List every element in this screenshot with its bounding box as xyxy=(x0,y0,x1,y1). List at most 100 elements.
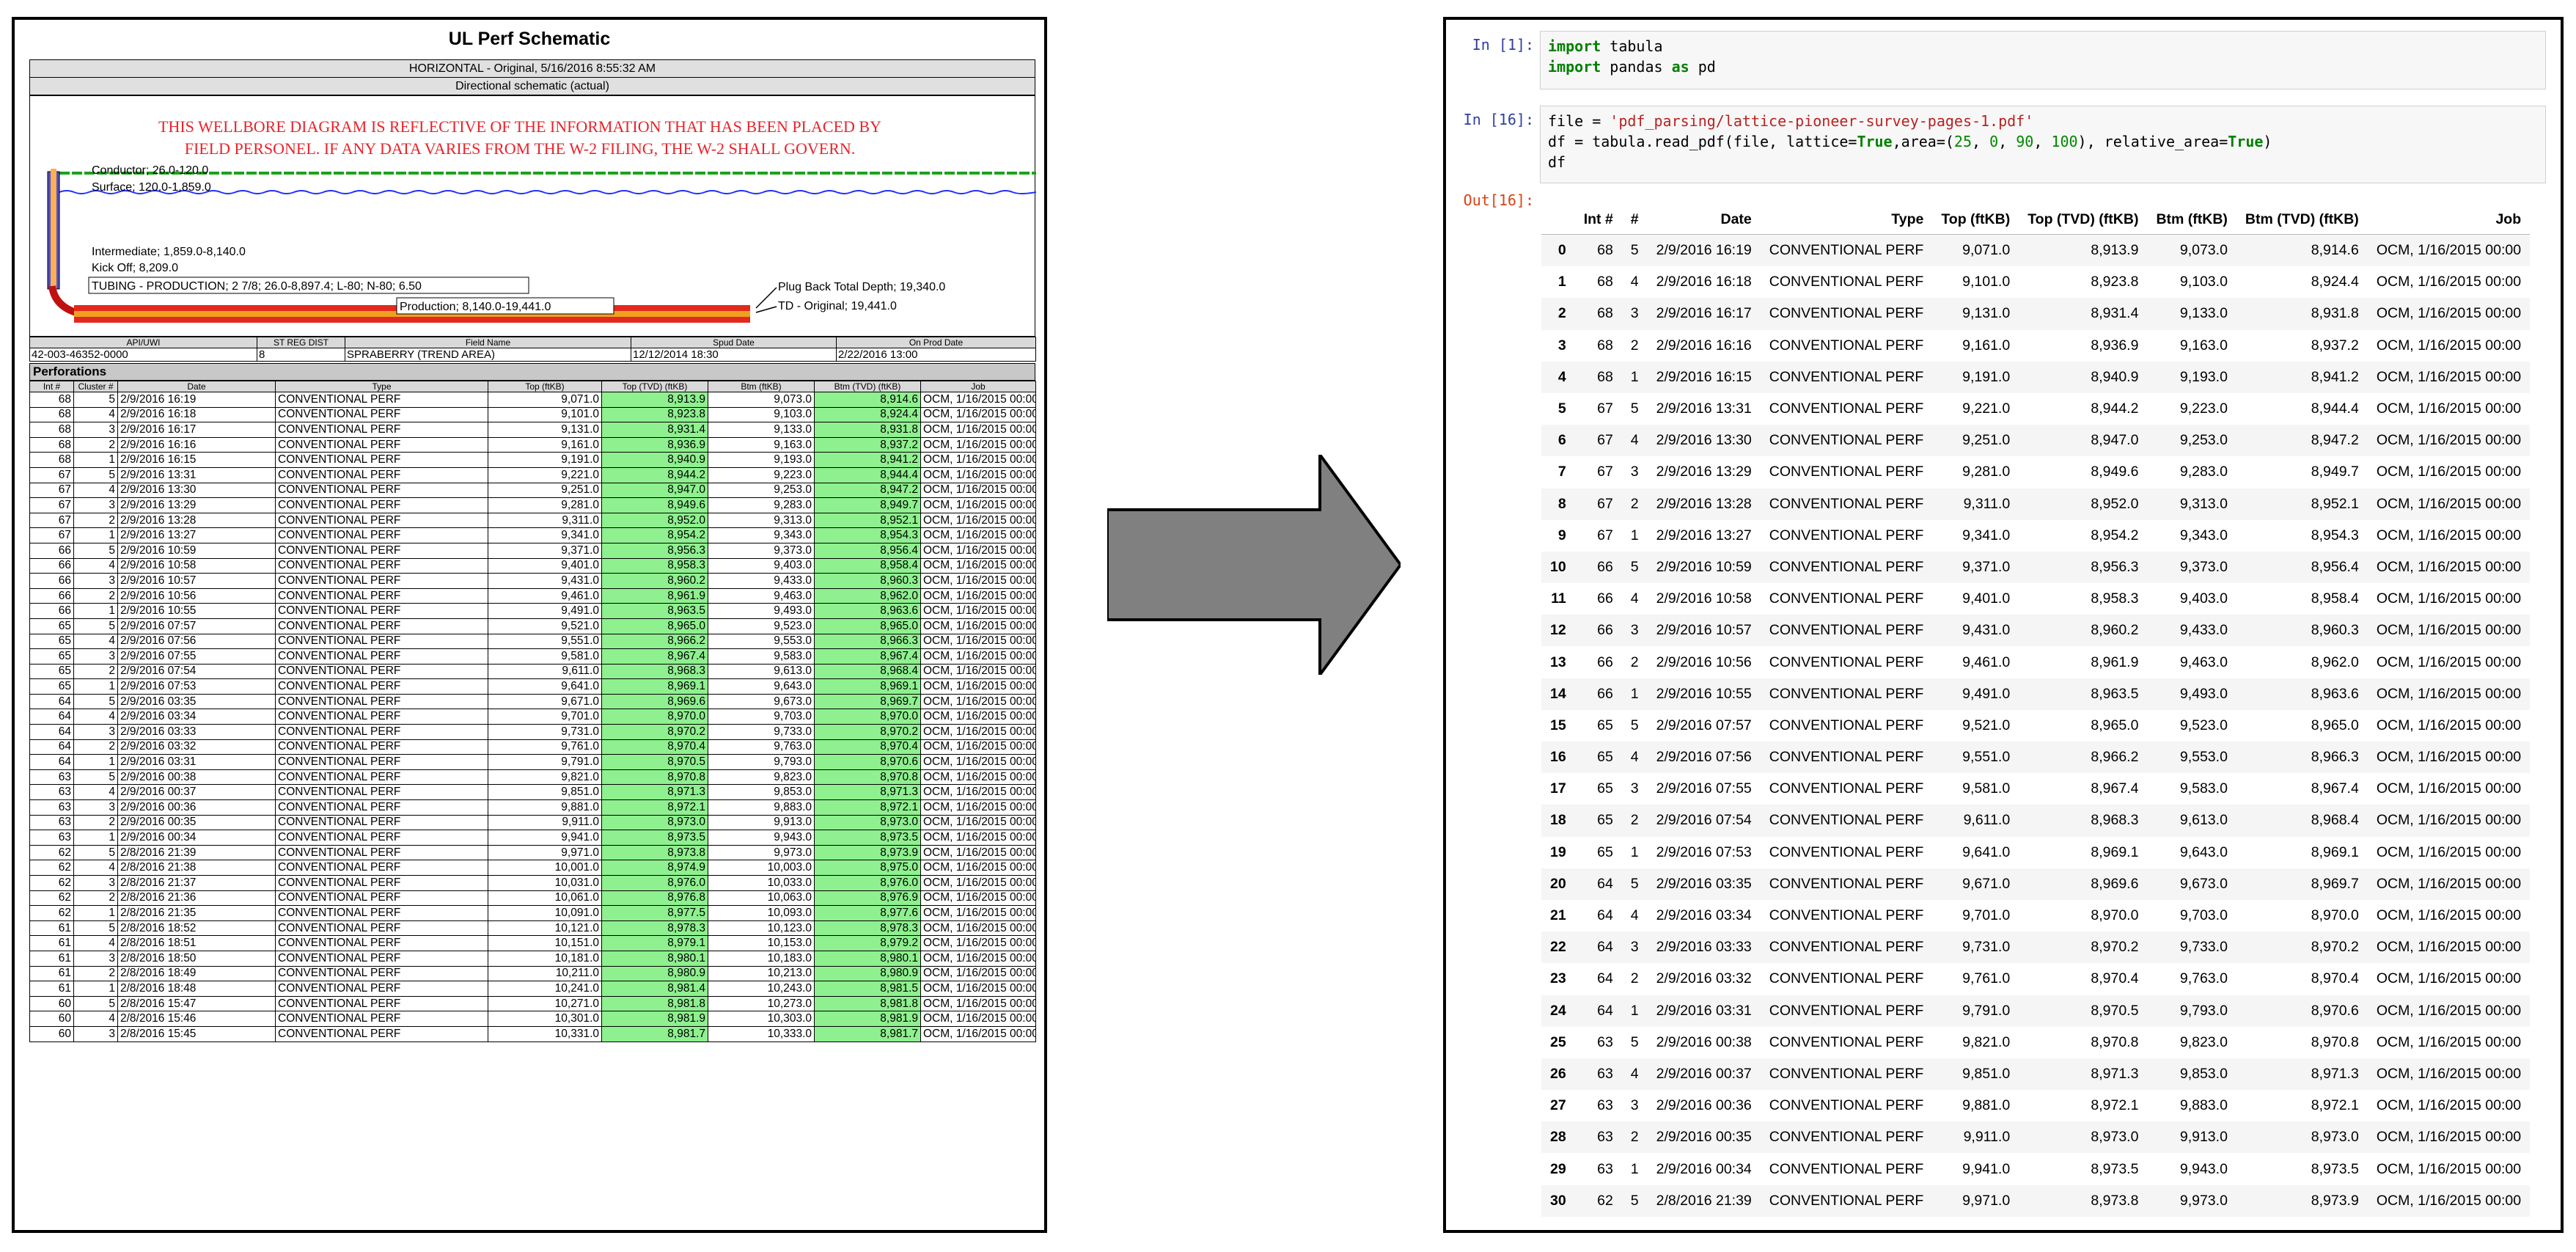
df-cell: 9,613.0 xyxy=(2179,812,2228,829)
df-cell: CONVENTIONAL PERF xyxy=(1769,1129,1924,1146)
on-prod-date-value: 2/22/2016 13:00 xyxy=(836,348,1036,362)
perf-cell: CONVENTIONAL PERF xyxy=(275,799,488,816)
df-row: 2 68 3 2/9/2016 16:17 CONVENTIONAL PERF 9,131… xyxy=(1541,298,2531,330)
perf-cell: 3 xyxy=(73,422,118,438)
perf-cell: 9,133.0 xyxy=(708,422,815,438)
perf-cell: 8,966.2 xyxy=(601,633,708,650)
perf-cell: 10,001.0 xyxy=(488,860,602,876)
df-cell: OCM, 1/16/2015 00:00 xyxy=(2376,1033,2522,1050)
df-index-cell: 18 xyxy=(1550,812,1566,829)
perf-cell: 1 xyxy=(73,527,118,543)
df-cell: 8,970.2 xyxy=(2091,939,2139,956)
df-column-header: Btm (TVD) (ftKB) xyxy=(2236,205,2368,235)
df-cell: 9,881.0 xyxy=(1962,1097,2011,1114)
perf-cell: 2/8/2016 18:52 xyxy=(117,920,276,937)
perf-cell: 8,970.8 xyxy=(814,769,921,786)
df-cell: 1 xyxy=(1630,1160,1639,1177)
df-cell: 2 xyxy=(1630,495,1639,512)
perf-cell: 10,181.0 xyxy=(488,950,602,967)
perf-cell: CONVENTIONAL PERF xyxy=(275,844,488,861)
df-cell: 9,851.0 xyxy=(1962,1065,2011,1082)
perf-cell: 8,973.5 xyxy=(814,830,921,846)
perf-cell: 2/8/2016 15:46 xyxy=(117,1011,276,1027)
perf-cell: 2/9/2016 07:55 xyxy=(117,648,276,665)
df-cell: 2/9/2016 10:56 xyxy=(1656,654,1752,670)
df-index-cell: 3 xyxy=(1557,337,1566,354)
perf-cell: OCM, 1/16/2015 00:00 xyxy=(920,466,1036,483)
perf-row: 61 2 2/8/2016 18:49 CONVENTIONAL PERF 10,211… xyxy=(29,965,1036,982)
df-column-header: Top (TVD) (ftKB) xyxy=(2019,205,2148,235)
perf-cell: 2/8/2016 21:37 xyxy=(117,875,276,891)
perf-cell: 9,313.0 xyxy=(708,512,815,529)
plugback-label: Plug Back Total Depth; 19,340.0 xyxy=(778,281,945,293)
df-cell: 4 xyxy=(1630,749,1639,766)
perf-cell: 8,981.8 xyxy=(601,995,708,1012)
df-cell: 2/9/2016 07:54 xyxy=(1656,812,1752,829)
df-cell: CONVENTIONAL PERF xyxy=(1769,495,1924,512)
st-reg-dist-value: 8 xyxy=(257,348,345,362)
perf-cell: OCM, 1/16/2015 00:00 xyxy=(920,512,1036,529)
perf-cell: 9,911.0 xyxy=(488,814,602,831)
df-row: 4 68 1 2/9/2016 16:15 CONVENTIONAL PERF 9,191… xyxy=(1541,361,2531,393)
df-column-header xyxy=(1541,205,1575,235)
perf-cell: 9,881.0 xyxy=(488,799,602,816)
df-cell: OCM, 1/16/2015 00:00 xyxy=(2376,464,2522,480)
df-row: 9 67 1 2/9/2016 13:27 CONVENTIONAL PERF 9,341… xyxy=(1541,520,2530,552)
df-cell: 8,937.2 xyxy=(2311,337,2359,354)
perf-row: 62 4 2/8/2016 21:38 CONVENTIONAL PERF 10,001… xyxy=(29,860,1036,876)
df-row: 25 63 5 2/9/2016 00:38 CONVENTIONAL PERF 9,82… xyxy=(1541,1027,2530,1058)
perf-cell: 8,952.0 xyxy=(601,512,708,529)
df-row: 17 65 3 2/9/2016 07:55 CONVENTIONAL PERF 9,58… xyxy=(1541,773,2530,805)
perf-cell: 8,979.1 xyxy=(601,935,708,951)
perf-cell: 10,271.0 xyxy=(488,995,602,1012)
perf-cell: 8,974.9 xyxy=(601,860,708,876)
perf-cell: 10,063.0 xyxy=(708,890,815,907)
perf-column-header: Btm (TVD) (ftKB) xyxy=(814,381,921,392)
df-row: 28 63 2 2/9/2016 00:35 CONVENTIONAL PERF 9,91… xyxy=(1541,1121,2531,1154)
df-cell: 3 xyxy=(1630,622,1639,639)
perf-cell: 8,970.8 xyxy=(601,769,708,786)
perf-cell: OCM, 1/16/2015 00:00 xyxy=(920,709,1036,725)
code-cell-imports[interactable]: import tabula import pandas as pd xyxy=(1540,31,2546,89)
perf-cell: 8,968.4 xyxy=(814,663,921,680)
df-cell: 9,161.0 xyxy=(1962,337,2011,354)
perf-cell: 64 xyxy=(29,754,74,770)
perf-cell: CONVENTIONAL PERF xyxy=(275,905,488,921)
df-cell: 2/9/2016 16:15 xyxy=(1656,368,1752,385)
df-cell: 8,970.6 xyxy=(2311,1002,2359,1019)
df-index-cell: 30 xyxy=(1550,1192,1566,1209)
df-column-header: Btm (ftKB) xyxy=(2147,205,2236,235)
df-cell: OCM, 1/16/2015 00:00 xyxy=(2376,1160,2522,1177)
df-cell: CONVENTIONAL PERF xyxy=(1769,1160,1924,1177)
df-cell: OCM, 1/16/2015 00:00 xyxy=(2376,368,2522,385)
perf-cell: 8,970.0 xyxy=(814,709,921,725)
df-cell: 8,970.0 xyxy=(2091,907,2139,924)
perf-cell: OCM, 1/16/2015 00:00 xyxy=(920,618,1036,634)
perf-cell: OCM, 1/16/2015 00:00 xyxy=(920,995,1036,1012)
perf-cell: 8,980.9 xyxy=(601,965,708,982)
df-column-header: Date xyxy=(1647,205,1761,235)
perf-row: 61 5 2/8/2016 18:52 CONVENTIONAL PERF 10,121… xyxy=(29,920,1036,937)
perf-cell: 8,923.8 xyxy=(601,406,708,423)
perf-cell: 8,952.1 xyxy=(814,512,921,529)
perf-row: 62 3 2/8/2016 21:37 CONVENTIONAL PERF 10,031… xyxy=(29,875,1036,891)
df-index-cell: 4 xyxy=(1557,368,1566,385)
perf-cell: 9,161.0 xyxy=(488,436,602,453)
perf-cell: 2/9/2016 10:57 xyxy=(117,573,276,589)
perf-row: 60 5 2/8/2016 15:47 CONVENTIONAL PERF 10,271… xyxy=(29,995,1036,1012)
df-cell: 5 xyxy=(1630,558,1639,575)
code-cell-read-pdf[interactable]: file = 'pdf_parsing/lattice-pioneer-surv… xyxy=(1540,106,2546,183)
perf-cell: OCM, 1/16/2015 00:00 xyxy=(920,648,1036,665)
perf-cell: 65 xyxy=(29,648,74,665)
perf-cell: 8,971.3 xyxy=(601,784,708,801)
perf-cell: 2 xyxy=(73,739,118,755)
perf-cell: 2/9/2016 00:34 xyxy=(117,830,276,846)
perf-cell: 2/9/2016 07:56 xyxy=(117,633,276,650)
df-row: 13 66 2 2/9/2016 10:56 CONVENTIONAL PERF 9,46… xyxy=(1541,646,2530,678)
area-number: 90 xyxy=(2016,133,2034,150)
perf-column-header: Top (ftKB) xyxy=(488,381,602,392)
perf-cell: OCM, 1/16/2015 00:00 xyxy=(920,724,1036,740)
perf-row: 63 1 2/9/2016 00:34 CONVENTIONAL PERF 9,941.… xyxy=(29,830,1036,846)
df-cell: 9,073.0 xyxy=(2179,242,2228,259)
perf-cell: 8,954.3 xyxy=(814,527,921,543)
